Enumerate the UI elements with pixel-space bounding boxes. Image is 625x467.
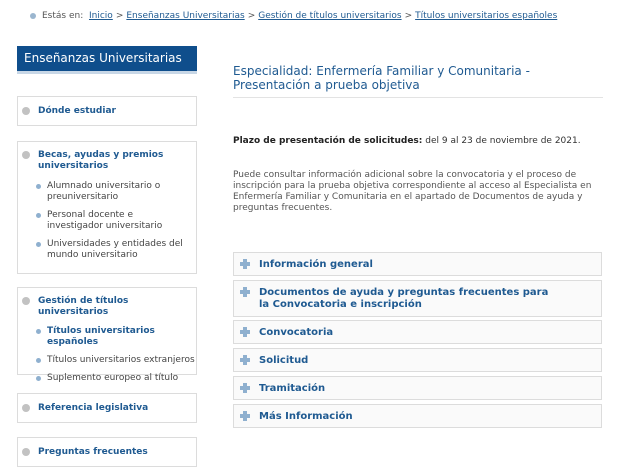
sidebar-section-referencia[interactable]: Referencia legislativa bbox=[17, 393, 197, 423]
sidebar-section-label[interactable]: Referencia legislativa bbox=[38, 403, 148, 414]
bullet-icon bbox=[22, 151, 30, 159]
accordion-label[interactable]: Convocatoria bbox=[259, 327, 333, 339]
breadcrumb-separator: > bbox=[115, 11, 124, 21]
breadcrumb-separator: > bbox=[404, 11, 413, 21]
sub-bullet-icon bbox=[36, 329, 41, 334]
accordion-label[interactable]: Tramitación bbox=[259, 383, 325, 395]
sidebar-section-gestion: Gestión de títulos universitarios Título… bbox=[17, 287, 197, 383]
sidebar-section-label[interactable]: Dónde estudiar bbox=[38, 106, 116, 117]
plus-icon bbox=[240, 259, 250, 269]
sidebar-section-label[interactable]: Preguntas frecuentes bbox=[38, 447, 148, 458]
plus-icon bbox=[240, 355, 250, 365]
breadcrumb-link-gestion[interactable]: Gestión de títulos universitarios bbox=[258, 11, 401, 21]
bullet-icon bbox=[22, 107, 30, 115]
sub-bullet-icon bbox=[36, 242, 41, 247]
accordion-label[interactable]: Información general bbox=[259, 259, 373, 271]
plus-icon bbox=[240, 327, 250, 337]
sidebar-section-label[interactable]: Becas, ayudas y premios universitarios bbox=[38, 150, 178, 172]
sidebar-subitem[interactable]: Alumnado universitario o preuniversitari… bbox=[47, 181, 187, 203]
sub-bullet-icon bbox=[36, 213, 41, 218]
breadcrumb-bullet-icon bbox=[30, 12, 36, 19]
plus-icon bbox=[240, 411, 250, 421]
sidebar-section-donde-estudiar[interactable]: Dónde estudiar bbox=[17, 96, 197, 126]
sidebar-title: Enseñanzas Universitarias bbox=[17, 46, 197, 71]
bullet-icon bbox=[22, 297, 30, 305]
info-paragraph: Puede consultar información adicional so… bbox=[233, 170, 592, 213]
sub-bullet-icon bbox=[36, 358, 41, 363]
title-divider bbox=[233, 97, 603, 98]
bullet-icon bbox=[22, 404, 30, 412]
sidebar-title-underline bbox=[17, 71, 197, 74]
breadcrumb-link-inicio[interactable]: Inicio bbox=[89, 11, 113, 21]
accordion-label[interactable]: Más Información bbox=[259, 411, 353, 423]
sidebar-subitem[interactable]: Títulos universitarios extranjeros bbox=[47, 355, 195, 366]
accordion-mas-informacion[interactable]: Más Información bbox=[233, 404, 602, 428]
sub-bullet-icon bbox=[36, 184, 41, 189]
breadcrumb-prefix: Estás en: bbox=[42, 11, 84, 21]
accordion-solicitud[interactable]: Solicitud bbox=[233, 348, 602, 372]
sidebar-subitem-active[interactable]: Títulos universitarios españoles bbox=[47, 326, 196, 348]
accordion-informacion-general[interactable]: Información general bbox=[233, 252, 602, 276]
plus-icon bbox=[240, 383, 250, 393]
sub-bullet-icon bbox=[36, 376, 41, 381]
page-title: Especialidad: Enfermería Familiar y Comu… bbox=[233, 64, 530, 92]
sidebar-subitem[interactable]: Universidades y entidades del mundo univ… bbox=[47, 239, 187, 261]
breadcrumb-link-ensenanzas[interactable]: Enseñanzas Universitarias bbox=[126, 11, 244, 21]
breadcrumb-separator: > bbox=[247, 11, 256, 21]
sidebar-section-preguntas[interactable]: Preguntas frecuentes bbox=[17, 437, 197, 467]
deadline-text: Plazo de presentación de solicitudes: de… bbox=[233, 136, 603, 146]
accordion-label[interactable]: Documentos de ayuda y preguntas frecuent… bbox=[259, 287, 559, 311]
accordion-tramitacion[interactable]: Tramitación bbox=[233, 376, 602, 400]
deadline-label: Plazo de presentación de solicitudes: bbox=[233, 136, 423, 146]
sidebar-section-becas: Becas, ayudas y premios universitarios A… bbox=[17, 141, 197, 274]
breadcrumb-link-titulos-espanoles[interactable]: Títulos universitarios españoles bbox=[415, 11, 557, 21]
breadcrumb: Estás en: Inicio > Enseñanzas Universitari… bbox=[30, 11, 557, 21]
sidebar-section-label[interactable]: Gestión de títulos universitarios bbox=[38, 296, 196, 318]
sidebar-subitem[interactable]: Personal docente e investigador universi… bbox=[47, 210, 187, 232]
bullet-icon bbox=[22, 448, 30, 456]
plus-icon bbox=[240, 287, 250, 297]
accordion-documentos-ayuda[interactable]: Documentos de ayuda y preguntas frecuent… bbox=[233, 280, 602, 317]
deadline-value: del 9 al 23 de noviembre de 2021. bbox=[422, 136, 581, 146]
accordion-label[interactable]: Solicitud bbox=[259, 355, 308, 367]
accordion-convocatoria[interactable]: Convocatoria bbox=[233, 320, 602, 344]
sidebar-subitem[interactable]: Suplemento europeo al título bbox=[47, 373, 178, 384]
